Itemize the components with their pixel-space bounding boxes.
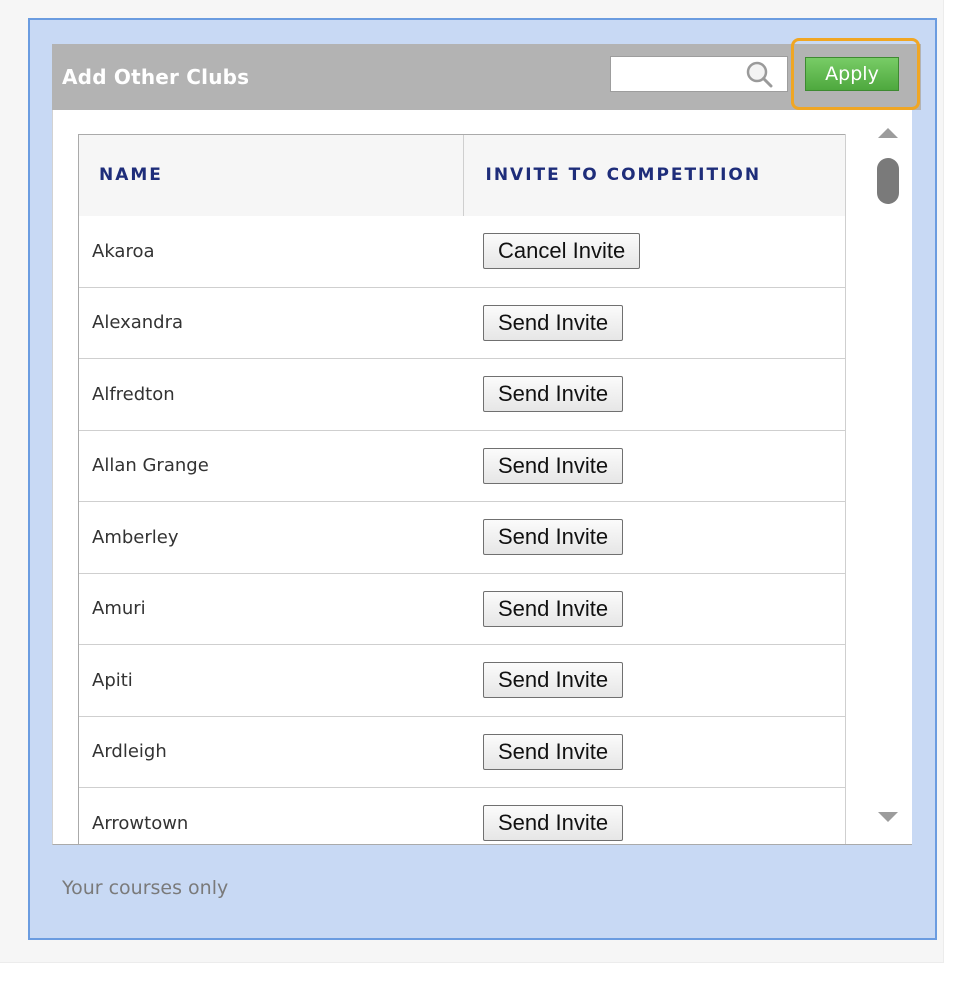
club-name-cell: Amuri: [79, 573, 463, 645]
scroll-thumb[interactable]: [877, 158, 899, 204]
club-name-cell: Alexandra: [79, 287, 463, 359]
invite-cell: Send Invite: [463, 358, 845, 431]
column-header-name: NAME: [79, 134, 463, 216]
table-row: Ardleigh Send Invite: [79, 716, 845, 788]
club-name-cell: Alfredton: [79, 358, 463, 431]
club-name-cell: Akaroa: [79, 215, 463, 288]
table-row: Allan Grange Send Invite: [79, 430, 845, 502]
club-name-cell: Arrowtown: [79, 787, 463, 844]
table-row: Amberley Send Invite: [79, 501, 845, 574]
invite-cell: Send Invite: [463, 501, 845, 574]
table-header-row: NAME INVITE TO COMPETITION: [79, 134, 845, 216]
send-invite-button[interactable]: Send Invite: [483, 447, 624, 484]
invite-cell: Send Invite: [463, 644, 845, 717]
invite-cell: Send Invite: [463, 716, 845, 788]
table-row: Amuri Send Invite: [79, 573, 845, 645]
send-invite-button[interactable]: Send Invite: [483, 805, 624, 842]
send-invite-button[interactable]: Send Invite: [483, 733, 624, 770]
search-icon[interactable]: [744, 60, 774, 88]
send-invite-button[interactable]: Send Invite: [483, 519, 624, 556]
table-row: Akaroa Cancel Invite: [79, 215, 845, 288]
table-row: Alfredton Send Invite: [79, 358, 845, 431]
invite-cell: Send Invite: [463, 787, 845, 844]
invite-cell: Cancel Invite: [463, 215, 845, 288]
invite-cell: Send Invite: [463, 430, 845, 502]
panel-title: Add Other Clubs: [62, 65, 250, 89]
scroll-up-arrow-icon[interactable]: [878, 128, 898, 138]
panel-header: Add Other Clubs Apply: [52, 38, 921, 110]
send-invite-button[interactable]: Send Invite: [483, 662, 624, 699]
invite-cell: Send Invite: [463, 573, 845, 645]
table-row: Alexandra Send Invite: [79, 287, 845, 359]
send-invite-button[interactable]: Send Invite: [483, 590, 624, 627]
invite-cell: Send Invite: [463, 287, 845, 359]
club-name-cell: Ardleigh: [79, 716, 463, 788]
table-scrollbar[interactable]: [868, 118, 910, 832]
apply-button[interactable]: Apply: [805, 57, 899, 91]
clubs-table-container[interactable]: NAME INVITE TO COMPETITION Akaroa Cancel …: [78, 134, 846, 844]
club-name-cell: Apiti: [79, 644, 463, 717]
scroll-down-arrow-icon[interactable]: [878, 812, 898, 822]
send-invite-button[interactable]: Send Invite: [483, 376, 624, 413]
club-name-cell: Amberley: [79, 501, 463, 574]
table-row: Apiti Send Invite: [79, 644, 845, 717]
send-invite-button[interactable]: Send Invite: [483, 304, 624, 341]
club-name-cell: Allan Grange: [79, 430, 463, 502]
column-header-invite: INVITE TO COMPETITION: [462, 134, 845, 216]
table-row: Arrowtown Send Invite: [79, 787, 845, 844]
your-courses-only-text: Your courses only: [62, 877, 229, 899]
clubs-table: NAME INVITE TO COMPETITION Akaroa Cancel …: [79, 134, 845, 844]
cancel-invite-button[interactable]: Cancel Invite: [483, 233, 641, 269]
